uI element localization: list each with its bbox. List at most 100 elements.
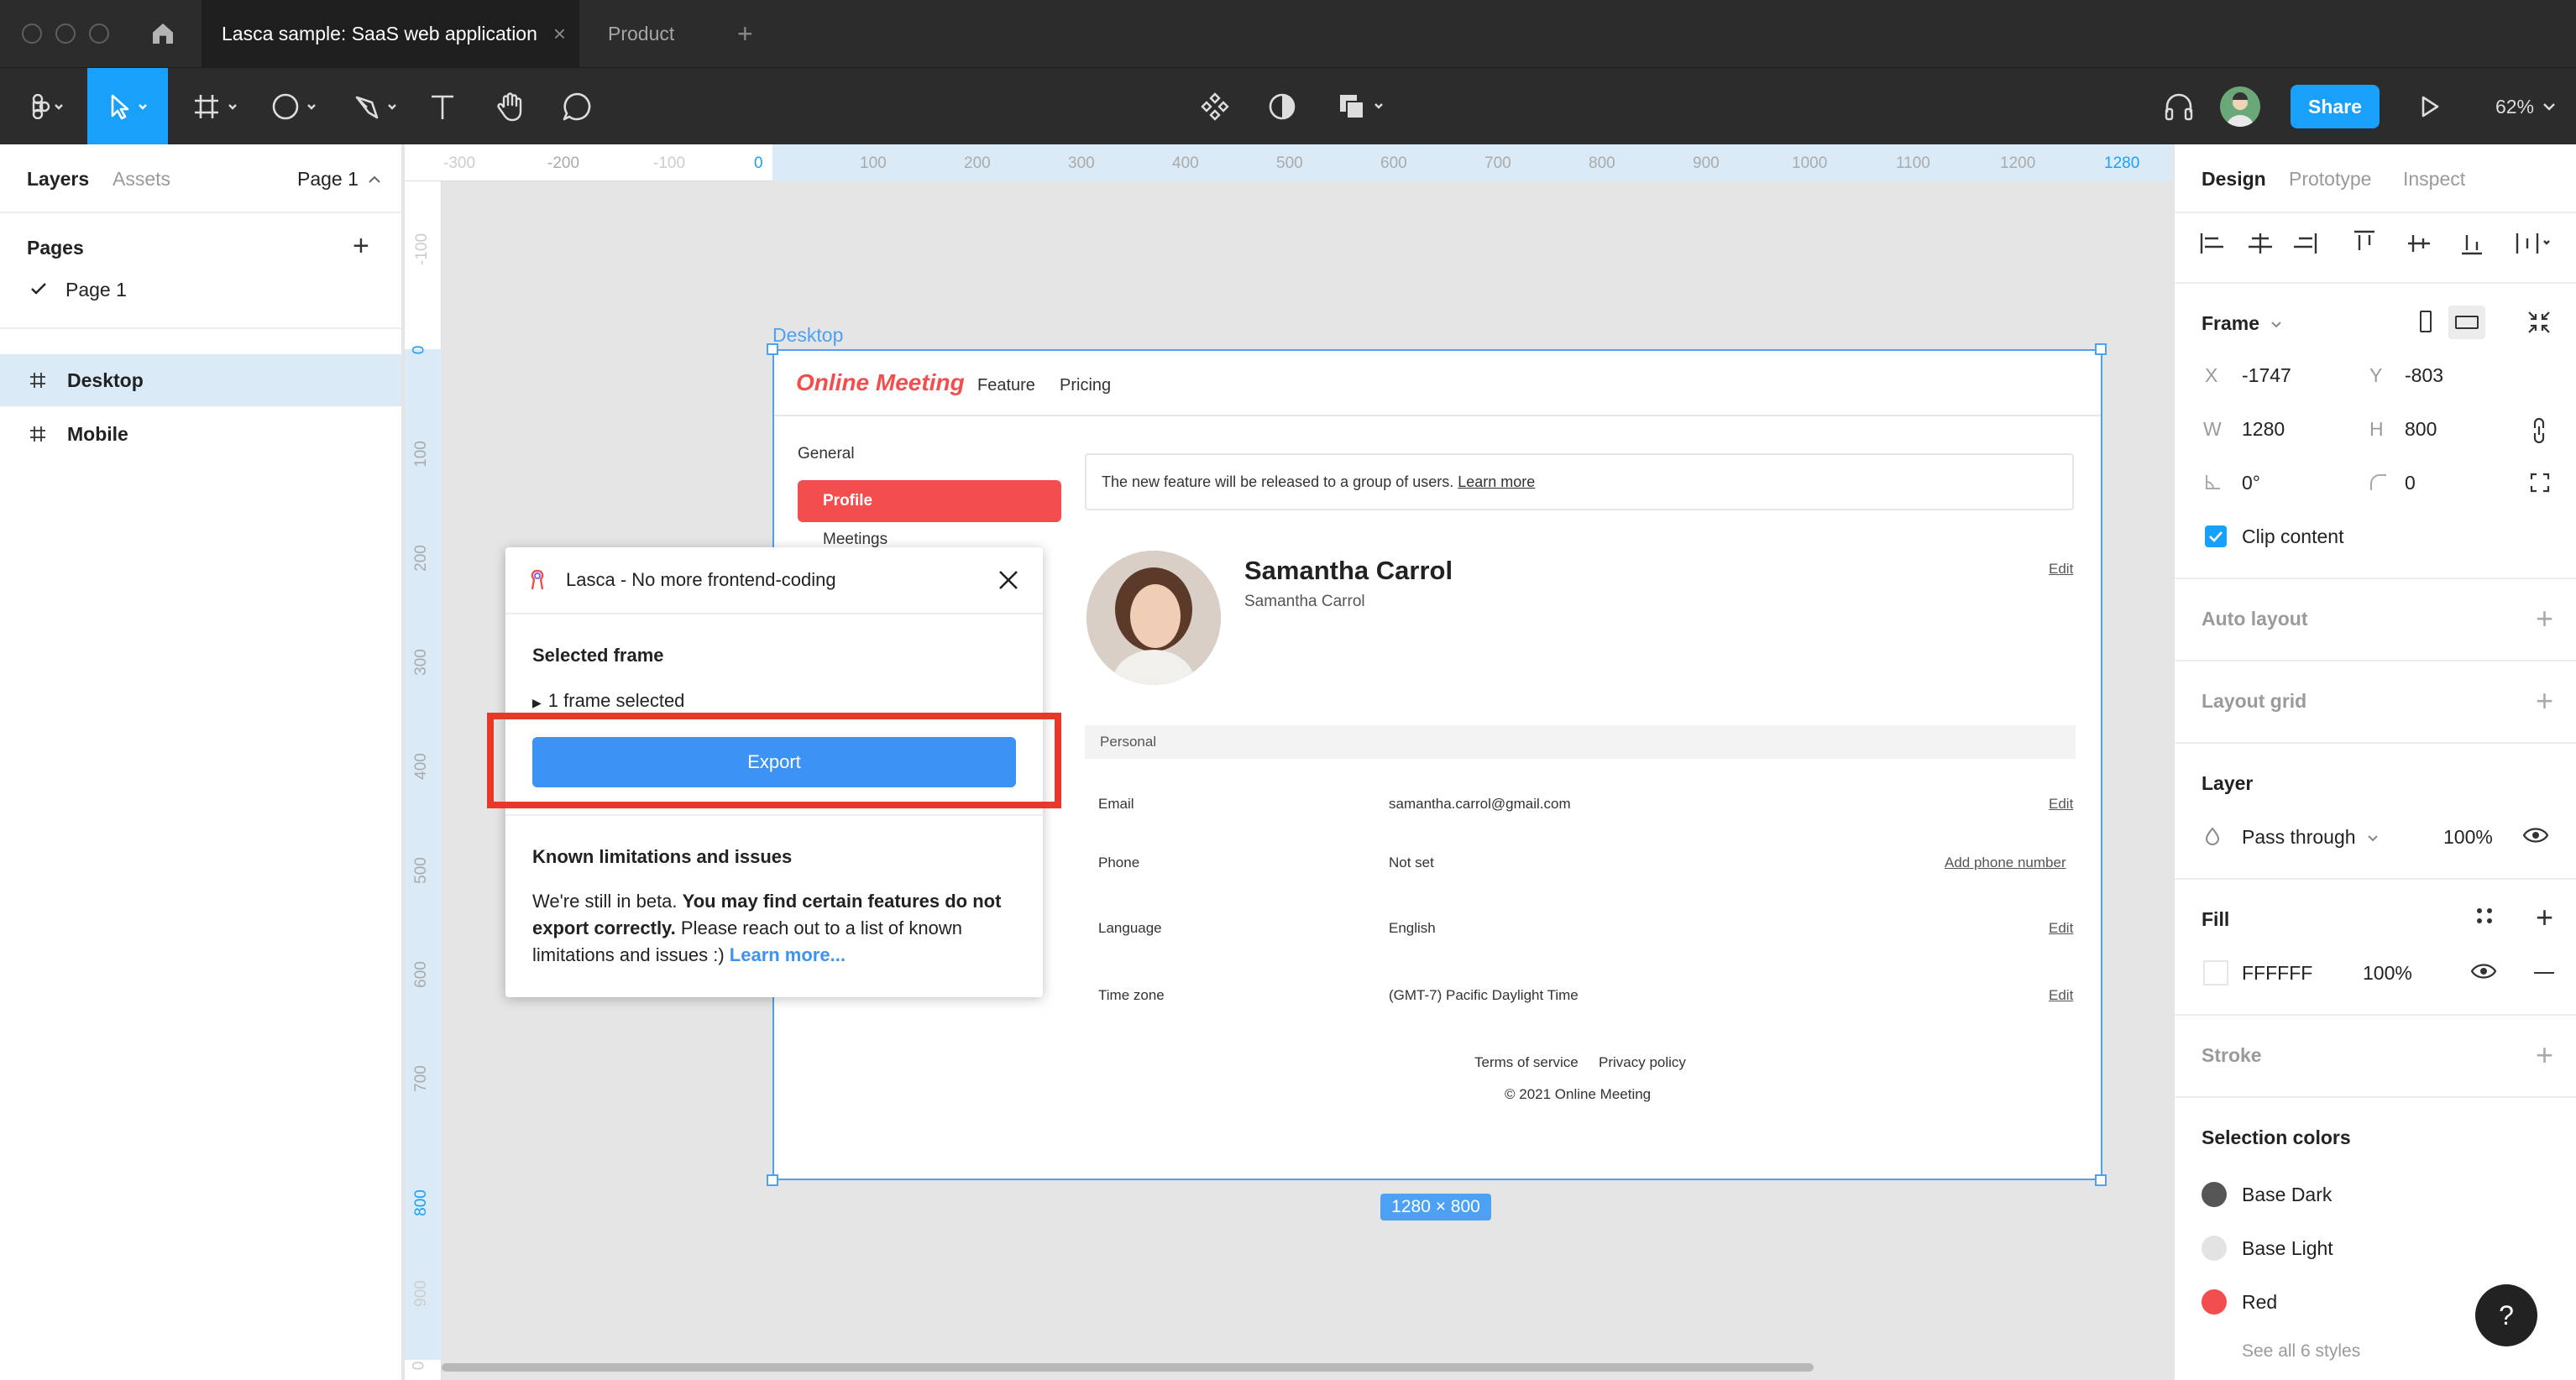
check-icon (31, 283, 46, 295)
frame-section-label[interactable]: Frame (2202, 312, 2283, 335)
hand-icon (497, 92, 522, 122)
play-icon (2422, 96, 2439, 118)
shape-tool-button[interactable] (265, 68, 329, 145)
pen-tool-button[interactable] (346, 68, 410, 145)
alignment-icons[interactable] (2198, 225, 2551, 262)
page-item[interactable]: Page 1 (0, 270, 401, 307)
move-tool-button[interactable] (87, 68, 168, 145)
fill-color-swatch[interactable] (2203, 960, 2228, 985)
close-window-button[interactable] (22, 24, 42, 44)
h-input[interactable]: 800 (2405, 418, 2437, 441)
resize-handle[interactable] (767, 1174, 778, 1186)
remove-fill-icon[interactable] (2534, 972, 2554, 974)
frame-icon (195, 95, 237, 118)
profile-subtitle: Samantha Carrol (1244, 593, 1365, 610)
clip-content-checkbox[interactable] (2205, 525, 2227, 547)
layer-item-mobile[interactable]: Mobile (0, 408, 401, 460)
selection-color-item[interactable]: Base Dark (2202, 1179, 2453, 1212)
eye-icon[interactable] (2470, 960, 2497, 982)
horizontal-scrollbar[interactable] (442, 1363, 1814, 1372)
text-tool-button[interactable] (423, 68, 462, 145)
tab-design[interactable]: Design (2202, 168, 2266, 191)
frame-icon (30, 426, 45, 442)
selected-frame-disclosure[interactable]: ▶ 1 frame selected (532, 690, 684, 712)
resize-handle[interactable] (767, 343, 778, 355)
present-button[interactable] (2413, 68, 2447, 145)
frame-name-label[interactable]: Desktop (772, 324, 843, 347)
tab-inspect[interactable]: Inspect (2403, 168, 2465, 191)
row-value-timezone: (GMT-7) Pacific Daylight Time (1389, 987, 1579, 1003)
tab-product[interactable]: Product (608, 0, 674, 67)
boolean-ops-button[interactable] (1330, 68, 1397, 145)
fill-heading: Fill (2202, 908, 2230, 930)
ruler-tick: 200 (411, 545, 430, 572)
fill-hex-input[interactable]: FFFFFF (2242, 962, 2312, 985)
limitations-heading: Known limitations and issues (532, 846, 793, 867)
add-fill-icon[interactable]: + (2536, 900, 2553, 935)
new-tab-icon[interactable]: + (737, 18, 753, 50)
radius-input[interactable]: 0 (2405, 472, 2416, 494)
see-all-styles-link[interactable]: See all 6 styles (2242, 1341, 2360, 1362)
close-icon[interactable] (997, 569, 1019, 591)
row-label-timezone: Time zone (1098, 987, 1165, 1003)
minimize-window-button[interactable] (55, 24, 76, 44)
tab-lasca-sample[interactable]: Lasca sample: SaaS web application × (202, 0, 579, 67)
audio-button[interactable] (2158, 68, 2200, 145)
resize-handle[interactable] (2095, 1174, 2107, 1186)
constrain-proportions-icon[interactable] (2527, 416, 2551, 445)
page-selector[interactable]: Page 1 (297, 168, 382, 191)
add-layout-grid-icon[interactable]: + (2536, 683, 2553, 719)
layer-opacity-input[interactable]: 100% (2443, 826, 2493, 849)
avatar[interactable] (2220, 86, 2260, 127)
selection-color-item[interactable]: Red (2202, 1286, 2453, 1320)
portrait-toggle[interactable] (2413, 306, 2438, 339)
w-input[interactable]: 1280 (2242, 418, 2285, 441)
resize-handle[interactable] (2095, 343, 2107, 355)
blend-mode-value: Pass through (2242, 826, 2356, 848)
auto-layout-heading: Auto layout (2202, 608, 2308, 630)
layer-item-desktop[interactable]: Desktop (0, 354, 401, 406)
landscape-toggle[interactable] (2448, 306, 2485, 339)
tab-layers[interactable]: Layers (27, 168, 89, 191)
footer-terms: Terms of service (1474, 1054, 1579, 1070)
add-stroke-icon[interactable]: + (2536, 1038, 2553, 1073)
y-input[interactable]: -803 (2405, 364, 2443, 387)
ruler-tick: 900 (1693, 154, 1720, 172)
color-name: Red (2242, 1291, 2278, 1313)
hand-tool-button[interactable] (490, 68, 532, 145)
frame-tool-button[interactable] (186, 68, 250, 145)
comment-tool-button[interactable] (556, 68, 598, 145)
maximize-window-button[interactable] (89, 24, 109, 44)
ruler-tick: 100 (411, 441, 430, 468)
close-tab-icon[interactable]: × (553, 21, 566, 47)
share-button[interactable]: Share (2291, 85, 2380, 128)
main-menu-button[interactable] (17, 68, 76, 145)
learn-more-link[interactable]: Learn more... (730, 944, 846, 965)
tab-assets[interactable]: Assets (113, 168, 170, 191)
resize-to-fit-icon[interactable] (2526, 309, 2552, 336)
x-input[interactable]: -1747 (2242, 364, 2291, 387)
selection-color-item[interactable]: Base Light (2202, 1232, 2453, 1266)
info-banner: The new feature will be released to a gr… (1085, 453, 2074, 510)
tab-prototype[interactable]: Prototype (2289, 168, 2371, 191)
add-page-icon[interactable]: + (353, 232, 369, 260)
components-button[interactable] (1196, 68, 1234, 145)
mask-button[interactable] (1263, 68, 1301, 145)
ruler-tick: -200 (547, 154, 580, 172)
text-icon (432, 95, 453, 119)
banner-link: Learn more (1458, 473, 1536, 490)
help-button[interactable]: ? (2475, 1284, 2537, 1346)
add-auto-layout-icon[interactable]: + (2536, 601, 2553, 636)
rotation-input[interactable]: 0° (2242, 472, 2260, 494)
fill-opacity-input[interactable]: 100% (2363, 962, 2412, 985)
footer-copyright: © 2021 Online Meeting (1505, 1086, 1652, 1102)
eye-icon[interactable] (2522, 824, 2549, 846)
blend-mode-dropdown[interactable]: Pass through (2242, 826, 2380, 849)
zoom-dropdown[interactable]: 62% (2489, 68, 2564, 145)
row-action-timezone: Edit (2049, 987, 2074, 1003)
home-icon[interactable] (149, 20, 176, 51)
styles-grid-icon[interactable] (2474, 905, 2495, 927)
independent-corners-icon[interactable] (2529, 472, 2551, 494)
headphones-icon (2165, 93, 2193, 121)
frame-icon (30, 373, 45, 388)
